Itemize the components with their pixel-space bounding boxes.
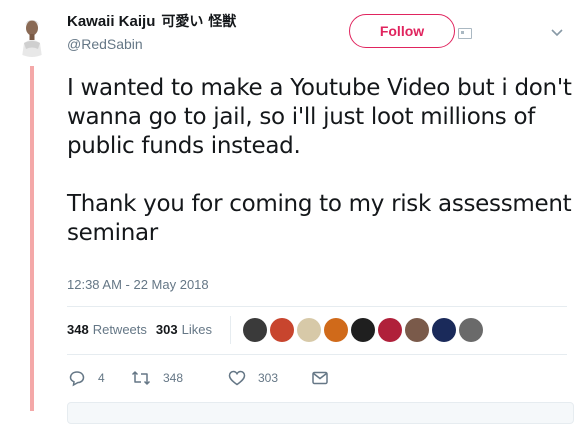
like-count: 303: [258, 371, 279, 385]
display-name[interactable]: Kawaii Kaiju: [67, 13, 155, 30]
reply-action[interactable]: 4: [68, 369, 131, 387]
thread-line: [30, 66, 34, 411]
retweet-count: 348: [163, 371, 184, 385]
direct-message-action[interactable]: [312, 371, 328, 385]
avatar[interactable]: [8, 9, 56, 57]
liker-avatar[interactable]: [324, 318, 348, 342]
chevron-down-icon[interactable]: [550, 25, 564, 39]
like-action[interactable]: 303: [228, 370, 312, 386]
liker-avatar[interactable]: [270, 318, 294, 342]
divider: [67, 354, 567, 355]
liker-avatar[interactable]: [243, 318, 267, 342]
contact-card-icon: [458, 28, 472, 39]
reply-count: 4: [98, 371, 105, 385]
heart-icon: [228, 370, 246, 386]
retweet-action[interactable]: 348: [131, 370, 228, 386]
username[interactable]: @RedSabin: [67, 36, 143, 52]
facepile-separator: [230, 316, 231, 344]
retweets-count: 348: [67, 322, 89, 337]
liker-avatar[interactable]: [378, 318, 402, 342]
envelope-icon: [312, 371, 328, 385]
retweet-icon: [131, 371, 151, 385]
liker-avatar[interactable]: [297, 318, 321, 342]
reply-box[interactable]: [67, 402, 574, 424]
liker-avatar[interactable]: [351, 318, 375, 342]
tweet-text: I wanted to make a Youtube Video but i d…: [67, 74, 572, 248]
likes-stat[interactable]: 303 Likes: [156, 322, 212, 337]
likes-count: 303: [155, 322, 178, 337]
retweets-stat[interactable]: 348 Retweets: [67, 322, 147, 337]
retweets-label: Retweets: [92, 322, 147, 337]
liker-avatar[interactable]: [405, 318, 429, 342]
timestamp[interactable]: 12:38 AM - 22 May 2018: [67, 277, 209, 292]
follow-button[interactable]: Follow: [349, 14, 455, 48]
reply-icon: [69, 371, 85, 387]
display-name-cjk[interactable]: 可愛い 怪獣: [161, 11, 236, 31]
liker-avatars: [243, 318, 483, 342]
tweet-paragraph: I wanted to make a Youtube Video but i d…: [67, 75, 572, 159]
tweet-actions: 4 348 303: [68, 369, 328, 387]
tweet-paragraph: Thank you for coming to my risk assessme…: [67, 191, 572, 246]
tweet-stats: 348 Retweets 303 Likes: [67, 322, 221, 337]
liker-avatar[interactable]: [459, 318, 483, 342]
likes-label: Likes: [181, 322, 212, 337]
liker-avatar[interactable]: [432, 318, 456, 342]
divider: [67, 306, 567, 307]
